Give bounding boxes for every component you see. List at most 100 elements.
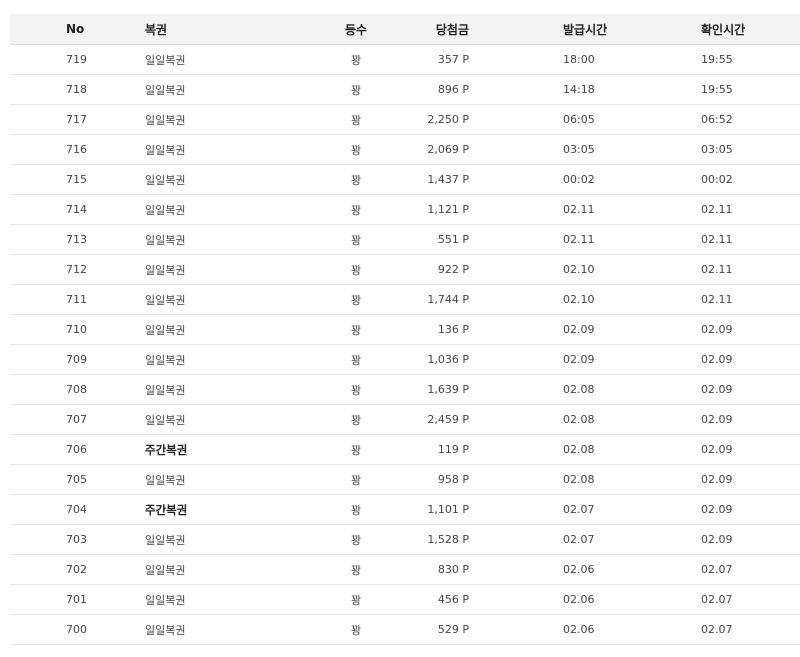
row-lottery-name: 일일복권: [145, 164, 285, 195]
row-no: 713: [10, 224, 145, 255]
row-issued-time: 02.07: [563, 494, 701, 525]
row-rank: 꽝: [285, 524, 427, 555]
row-lottery-name: 주간복권: [145, 434, 285, 465]
row-rank: 꽝: [285, 194, 427, 225]
table-row: 702 일일복권 꽝 830 P 02.06 02.07: [10, 554, 800, 585]
row-checked-time: 02.09: [701, 344, 800, 375]
row-prize: 2,250 P: [427, 104, 563, 135]
row-rank: 꽝: [285, 554, 427, 585]
row-issued-time: 02.10: [563, 284, 701, 315]
row-prize: 529 P: [427, 614, 563, 645]
row-rank: 꽝: [285, 44, 427, 75]
row-checked-time: 02.07: [701, 614, 800, 645]
row-prize: 1,528 P: [427, 524, 563, 555]
table-row: 718 일일복권 꽝 896 P 14:18 19:55: [10, 74, 800, 105]
row-rank: 꽝: [285, 314, 427, 345]
header-row: No 복권 등수 당첨금 발급시간 확인시간: [10, 14, 800, 45]
table-row: 714 일일복권 꽝 1,121 P 02.11 02.11: [10, 194, 800, 225]
row-issued-time: 02.06: [563, 554, 701, 585]
row-lottery-name: 일일복권: [145, 464, 285, 495]
row-no: 701: [10, 584, 145, 615]
header-issued-time: 발급시간: [563, 14, 701, 45]
row-prize: 136 P: [427, 314, 563, 345]
row-lottery-name: 일일복권: [145, 194, 285, 225]
row-lottery-name: 일일복권: [145, 614, 285, 645]
row-rank: 꽝: [285, 584, 427, 615]
row-lottery-name: 일일복권: [145, 134, 285, 165]
row-lottery-name: 일일복권: [145, 104, 285, 135]
row-prize: 896 P: [427, 74, 563, 105]
table-row: 709 일일복권 꽝 1,036 P 02.09 02.09: [10, 344, 800, 375]
row-no: 706: [10, 434, 145, 465]
row-rank: 꽝: [285, 494, 427, 525]
row-rank: 꽝: [285, 404, 427, 435]
row-issued-time: 06:05: [563, 104, 701, 135]
header-no: No: [10, 14, 145, 45]
row-rank: 꽝: [285, 134, 427, 165]
row-lottery-name: 일일복권: [145, 584, 285, 615]
row-no: 719: [10, 44, 145, 75]
row-prize: 1,101 P: [427, 494, 563, 525]
row-issued-time: 02.06: [563, 614, 701, 645]
row-prize: 1,639 P: [427, 374, 563, 405]
row-checked-time: 02.07: [701, 584, 800, 615]
row-prize: 1,744 P: [427, 284, 563, 315]
row-lottery-name: 일일복권: [145, 254, 285, 285]
row-lottery-name: 일일복권: [145, 404, 285, 435]
row-checked-time: 00:02: [701, 164, 800, 195]
row-no: 716: [10, 134, 145, 165]
row-lottery-name: 주간복권: [145, 494, 285, 525]
row-rank: 꽝: [285, 284, 427, 315]
row-prize: 357 P: [427, 44, 563, 75]
row-prize: 119 P: [427, 434, 563, 465]
row-rank: 꽝: [285, 464, 427, 495]
table-header: No 복권 등수 당첨금 발급시간 확인시간: [10, 14, 800, 45]
row-issued-time: 02.08: [563, 374, 701, 405]
row-rank: 꽝: [285, 614, 427, 645]
row-no: 700: [10, 614, 145, 645]
table-row: 700 일일복권 꽝 529 P 02.06 02.07: [10, 614, 800, 645]
row-prize: 1,121 P: [427, 194, 563, 225]
row-issued-time: 03:05: [563, 134, 701, 165]
row-issued-time: 02.11: [563, 224, 701, 255]
header-lottery: 복권: [145, 14, 285, 45]
row-rank: 꽝: [285, 224, 427, 255]
table-row: 717 일일복권 꽝 2,250 P 06:05 06:52: [10, 104, 800, 135]
row-no: 711: [10, 284, 145, 315]
row-issued-time: 02.08: [563, 434, 701, 465]
row-rank: 꽝: [285, 164, 427, 195]
row-prize: 456 P: [427, 584, 563, 615]
row-no: 704: [10, 494, 145, 525]
row-checked-time: 19:55: [701, 74, 800, 105]
header-rank: 등수: [285, 14, 427, 45]
row-checked-time: 02.09: [701, 374, 800, 405]
row-rank: 꽝: [285, 374, 427, 405]
row-no: 710: [10, 314, 145, 345]
table-row: 710 일일복권 꽝 136 P 02.09 02.09: [10, 314, 800, 345]
row-no: 709: [10, 344, 145, 375]
row-checked-time: 19:55: [701, 44, 800, 75]
row-checked-time: 02.11: [701, 194, 800, 225]
lottery-history-table: No 복권 등수 당첨금 발급시간 확인시간 719 일일복권 꽝 357 P 18:0…: [10, 14, 800, 645]
table-row: 704 주간복권 꽝 1,101 P 02.07 02.09: [10, 494, 800, 525]
table-row: 703 일일복권 꽝 1,528 P 02.07 02.09: [10, 524, 800, 555]
row-lottery-name: 일일복권: [145, 284, 285, 315]
row-checked-time: 06:52: [701, 104, 800, 135]
row-rank: 꽝: [285, 254, 427, 285]
row-checked-time: 02.11: [701, 254, 800, 285]
row-issued-time: 02.07: [563, 524, 701, 555]
row-checked-time: 02.09: [701, 464, 800, 495]
row-checked-time: 02.09: [701, 494, 800, 525]
row-no: 702: [10, 554, 145, 585]
row-lottery-name: 일일복권: [145, 374, 285, 405]
table-row: 716 일일복권 꽝 2,069 P 03:05 03:05: [10, 134, 800, 165]
row-no: 712: [10, 254, 145, 285]
row-lottery-name: 일일복권: [145, 524, 285, 555]
row-no: 708: [10, 374, 145, 405]
row-issued-time: 02.11: [563, 194, 701, 225]
row-checked-time: 03:05: [701, 134, 800, 165]
header-checked-time: 확인시간: [701, 14, 800, 45]
row-no: 705: [10, 464, 145, 495]
row-prize: 1,036 P: [427, 344, 563, 375]
row-issued-time: 00:02: [563, 164, 701, 195]
